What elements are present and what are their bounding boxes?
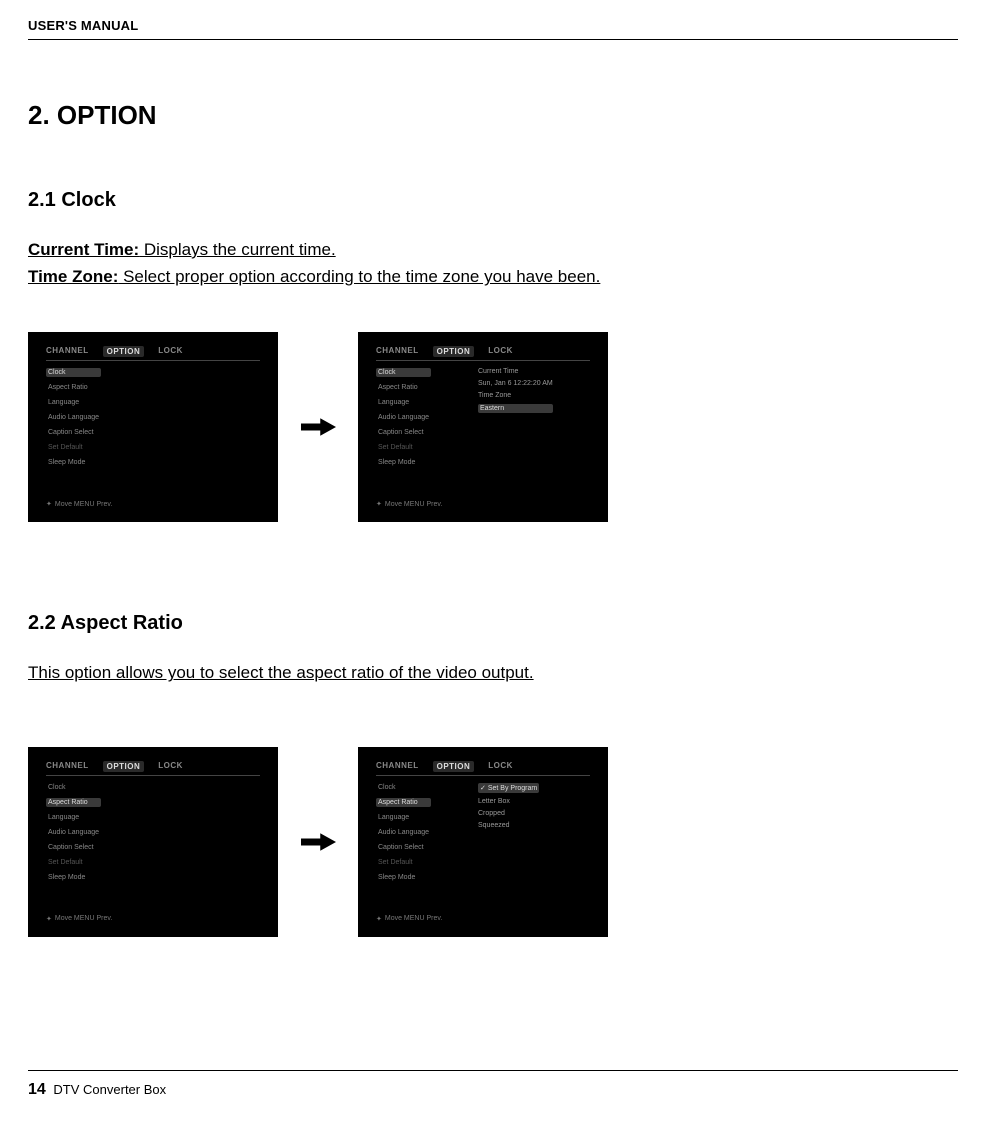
menu-sleep-mode: Sleep Mode <box>376 458 431 467</box>
tab-option: OPTION <box>103 761 145 772</box>
menu-language: Language <box>46 813 101 822</box>
screenshot-clock-submenu: CHANNEL OPTION LOCK Clock Aspect Ratio L… <box>358 332 608 522</box>
footer-product-name: DTV Converter Box <box>53 1082 166 1097</box>
tab-channel: CHANNEL <box>376 761 419 772</box>
panel-date-time: Sun, Jan 6 12:22:20 AM <box>478 380 553 387</box>
menu-set-default: Set Default <box>46 858 101 867</box>
screenshot-option-menu-aspect: CHANNEL OPTION LOCK Clock Aspect Ratio L… <box>28 747 278 937</box>
menu-audio-language: Audio Language <box>46 828 101 837</box>
menu-caption-select: Caption Select <box>376 843 431 852</box>
tab-channel: CHANNEL <box>46 761 89 772</box>
check-icon: ✓ <box>480 785 486 792</box>
panel-squeezed: Squeezed <box>478 822 539 829</box>
menu-audio-language: Audio Language <box>376 413 431 422</box>
menu-caption-select: Caption Select <box>46 843 101 852</box>
menu-sleep-mode: Sleep Mode <box>46 873 101 882</box>
tab-option: OPTION <box>103 346 145 357</box>
menu-language: Language <box>376 398 431 407</box>
nav-hint: ✦ Move MENU Prev. <box>376 915 442 923</box>
header-rule <box>28 39 958 40</box>
menu-aspect-ratio: Aspect Ratio <box>376 798 431 807</box>
menu-set-default: Set Default <box>46 443 101 452</box>
panel-current-time: Current Time <box>478 368 553 375</box>
menu-aspect-ratio: Aspect Ratio <box>376 383 431 392</box>
aspect-ratio-desc: This option allows you to select the asp… <box>28 659 958 686</box>
menu-set-default: Set Default <box>376 858 431 867</box>
nav-hint-icon: ✦ <box>46 500 52 508</box>
page-header: USER'S MANUAL <box>28 18 958 33</box>
screenshot-option-menu: CHANNEL OPTION LOCK Clock Aspect Ratio L… <box>28 332 278 522</box>
menu-clock: Clock <box>46 783 101 792</box>
time-zone-label: Time Zone: <box>28 267 118 286</box>
menu-set-default: Set Default <box>376 443 431 452</box>
menu-caption-select: Caption Select <box>376 428 431 437</box>
page-footer: 14 DTV Converter Box <box>28 1081 166 1099</box>
nav-hint-icon: ✦ <box>376 500 382 508</box>
footer-rule <box>28 1070 958 1071</box>
clock-time-zone-desc: Time Zone: Select proper option accordin… <box>28 263 958 290</box>
tab-lock: LOCK <box>158 761 183 772</box>
current-time-label: Current Time: <box>28 240 139 259</box>
page-number: 14 <box>28 1081 46 1098</box>
clock-current-time-desc: Current Time: Displays the current time. <box>28 236 958 263</box>
menu-clock: Clock <box>46 368 101 377</box>
time-zone-text: Select proper option according to the ti… <box>118 267 600 286</box>
section-title-option: 2. OPTION <box>28 100 958 131</box>
panel-set-by-program: ✓ Set By Program <box>478 783 539 793</box>
menu-clock: Clock <box>376 368 431 377</box>
menu-sleep-mode: Sleep Mode <box>376 873 431 882</box>
clock-screenshots-row: CHANNEL OPTION LOCK Clock Aspect Ratio L… <box>28 332 958 522</box>
tab-lock: LOCK <box>488 761 513 772</box>
tab-option: OPTION <box>433 346 475 357</box>
panel-time-zone-value: Eastern <box>478 404 553 413</box>
menu-audio-language: Audio Language <box>376 828 431 837</box>
aspect-screenshots-row: CHANNEL OPTION LOCK Clock Aspect Ratio L… <box>28 747 958 937</box>
tab-channel: CHANNEL <box>46 346 89 357</box>
tab-channel: CHANNEL <box>376 346 419 357</box>
menu-clock: Clock <box>376 783 431 792</box>
menu-sleep-mode: Sleep Mode <box>46 458 101 467</box>
tab-lock: LOCK <box>488 346 513 357</box>
menu-aspect-ratio: Aspect Ratio <box>46 798 101 807</box>
current-time-text: Displays the current time. <box>139 240 336 259</box>
screenshot-aspect-submenu: CHANNEL OPTION LOCK Clock Aspect Ratio L… <box>358 747 608 937</box>
subsection-aspect-heading: 2.2 Aspect Ratio <box>28 612 958 635</box>
menu-audio-language: Audio Language <box>46 413 101 422</box>
nav-hint-icon: ✦ <box>376 915 382 923</box>
nav-hint-icon: ✦ <box>46 915 52 923</box>
panel-cropped: Cropped <box>478 810 539 817</box>
menu-aspect-ratio: Aspect Ratio <box>46 383 101 392</box>
tab-lock: LOCK <box>158 346 183 357</box>
nav-hint: ✦ Move MENU Prev. <box>46 915 112 923</box>
panel-letter-box: Letter Box <box>478 798 539 805</box>
menu-language: Language <box>376 813 431 822</box>
menu-language: Language <box>46 398 101 407</box>
arrow-icon <box>298 830 338 854</box>
panel-time-zone-label: Time Zone <box>478 392 553 399</box>
nav-hint: ✦ Move MENU Prev. <box>46 500 112 508</box>
nav-hint: ✦ Move MENU Prev. <box>376 500 442 508</box>
tab-option: OPTION <box>433 761 475 772</box>
subsection-clock-heading: 2.1 Clock <box>28 189 958 212</box>
menu-caption-select: Caption Select <box>46 428 101 437</box>
arrow-icon <box>298 415 338 439</box>
